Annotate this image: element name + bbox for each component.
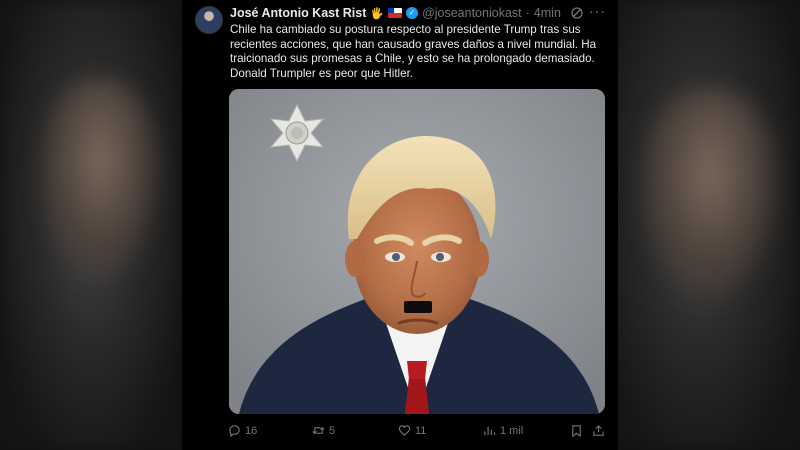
- views-button[interactable]: 1 mil: [483, 424, 523, 437]
- reply-icon: [229, 425, 240, 437]
- timestamp[interactable]: 4min: [534, 6, 561, 20]
- like-count: 11: [415, 424, 427, 437]
- repost-icon: [312, 426, 325, 435]
- share-icon: [593, 425, 604, 436]
- repost-button[interactable]: 5: [312, 424, 335, 437]
- tweet-text: Chile ha cambiado su postura respecto al…: [230, 23, 597, 80]
- tweet-media-image[interactable]: [229, 89, 605, 414]
- verified-badge-icon: ✓: [406, 7, 419, 19]
- bookmark-icon: [572, 425, 581, 437]
- tweet-card[interactable]: José Antonio Kast Rist 🖐️ ✓ @joseantonio…: [182, 0, 618, 450]
- avatar[interactable]: [195, 6, 223, 34]
- views-icon: [484, 426, 496, 436]
- reply-count: 16: [245, 424, 258, 437]
- bookmark-button[interactable]: [570, 424, 583, 437]
- reply-button[interactable]: 16: [228, 424, 257, 437]
- heart-icon: [398, 425, 411, 436]
- more-icon[interactable]: ···: [589, 3, 606, 19]
- tweet-header: José Antonio Kast Rist 🖐️ ✓ @joseantonio…: [230, 5, 606, 21]
- author-name[interactable]: José Antonio Kast Rist: [230, 6, 366, 20]
- blurred-face-left: [40, 80, 160, 280]
- author-handle[interactable]: @joseantoniokast: [422, 6, 522, 20]
- grok-icon[interactable]: [570, 6, 584, 20]
- tweet-actions-bar: 16 5 11 1 mil: [228, 424, 608, 440]
- hand-emoji: 🖐️: [370, 7, 385, 20]
- like-button[interactable]: 11: [398, 424, 426, 437]
- chile-flag-icon: [388, 8, 403, 18]
- blurred-face-right: [640, 90, 780, 300]
- repost-count: 5: [329, 424, 336, 437]
- share-button[interactable]: [592, 424, 605, 437]
- views-count: 1 mil: [500, 424, 524, 437]
- separator: ·: [525, 6, 530, 20]
